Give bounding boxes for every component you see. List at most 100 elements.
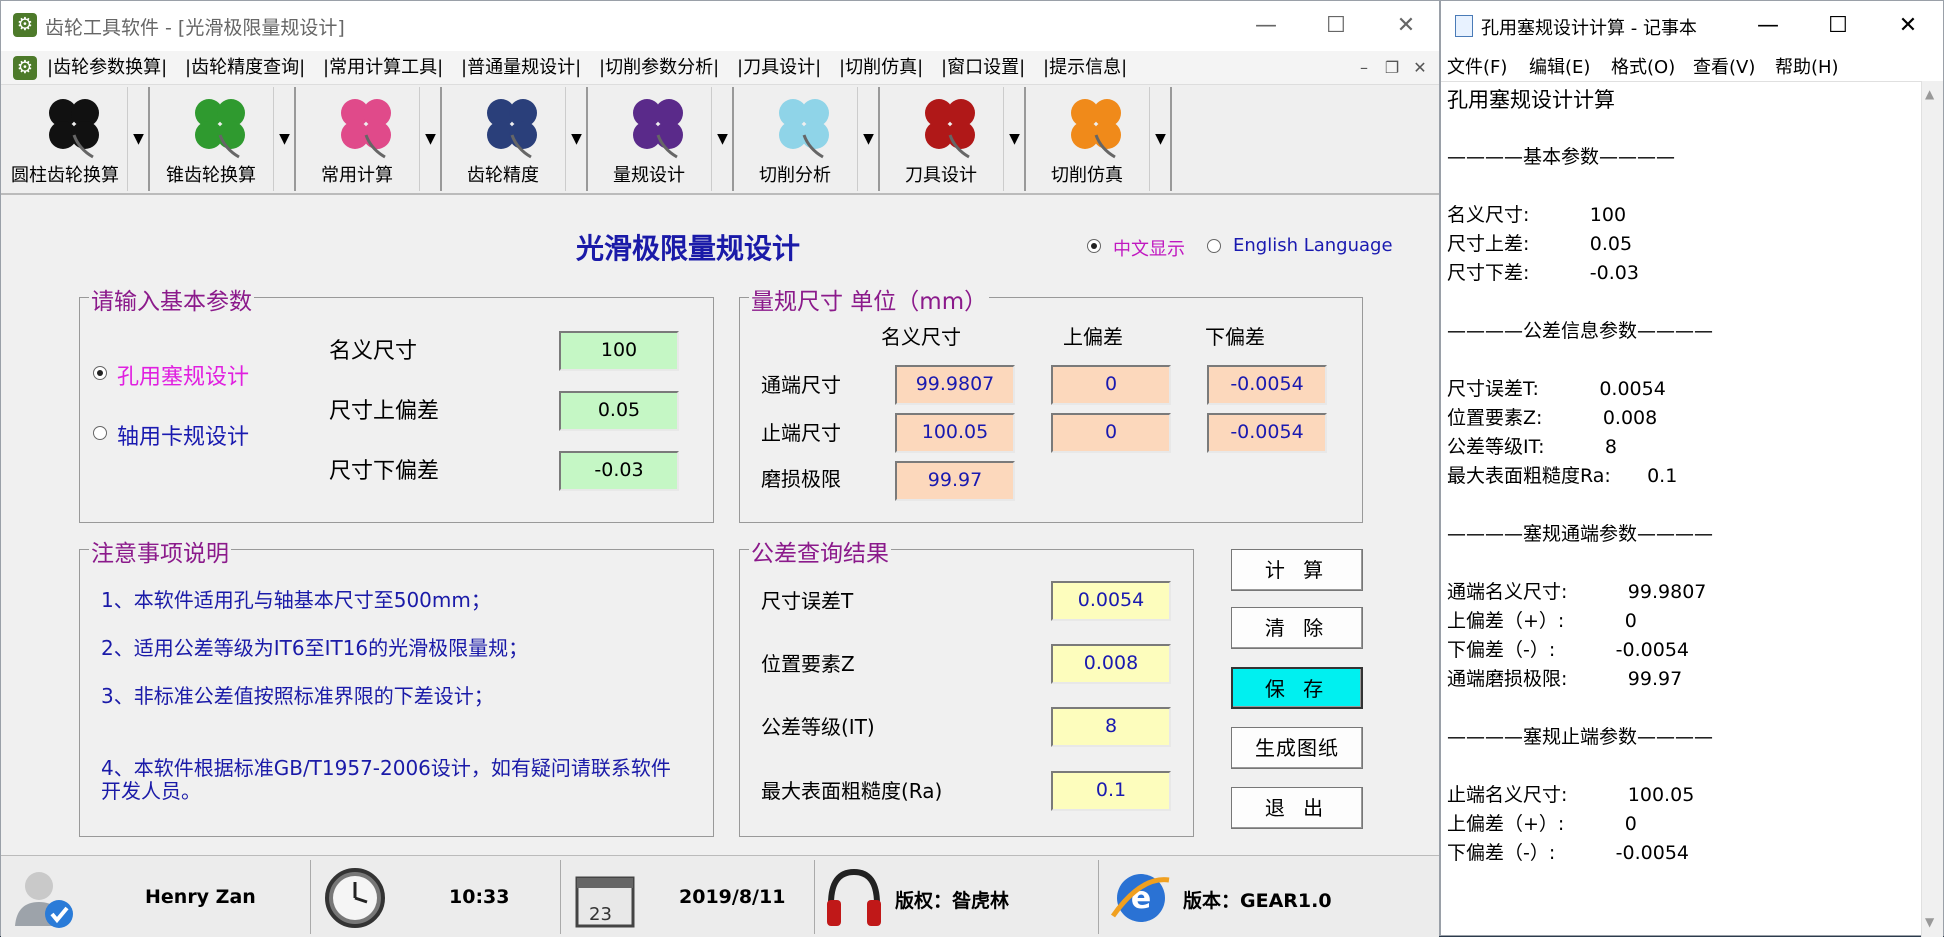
- generate-drawing-button[interactable]: 生成图纸: [1231, 727, 1363, 769]
- tol-ra-field[interactable]: 0.1: [1051, 771, 1171, 811]
- chevron-down-icon[interactable]: ▼: [711, 87, 733, 191]
- clear-button[interactable]: 清 除: [1231, 607, 1363, 649]
- menu-gauge-design[interactable]: |普通量规设计|: [461, 51, 581, 85]
- chevron-down-icon[interactable]: ▼: [419, 87, 441, 191]
- status-date-text: 2019/8/11: [679, 886, 786, 908]
- label-chinese[interactable]: 中文显示: [1113, 235, 1185, 261]
- status-version-text: 版本：GEAR1.0: [1183, 890, 1332, 912]
- note-2: 2、适用公差等级为IT6至IT16的光滑极限量规；: [101, 636, 529, 660]
- notepad-line: 通端名义尺寸: 99.9807: [1447, 581, 1707, 603]
- notepad-scrollbar[interactable]: ▲ ▼: [1921, 81, 1943, 937]
- nominal-size-input[interactable]: 100: [559, 331, 679, 371]
- wear-limit-field[interactable]: 99.97: [895, 461, 1015, 501]
- notepad-menu-format[interactable]: 格式(O): [1611, 53, 1675, 79]
- exit-button[interactable]: 退 出: [1231, 787, 1363, 829]
- notepad-line: 上偏差（+）: 0: [1447, 610, 1637, 632]
- tol-z-field[interactable]: 0.008: [1051, 644, 1171, 684]
- menu-bar: ⚙ |齿轮参数换算| |齿轮精度查询| |常用计算工具| |普通量规设计| |切…: [1, 51, 1439, 85]
- chevron-down-icon[interactable]: ▼: [127, 87, 149, 191]
- notepad-line: 最大表面粗糙度Ra: 0.1: [1447, 465, 1678, 487]
- go-lower-field[interactable]: -0.0054: [1207, 365, 1327, 405]
- tool-gear-precision[interactable]: 齿轮精度 ▼: [441, 87, 588, 191]
- upper-deviation-input[interactable]: 0.05: [559, 391, 679, 431]
- window-title: 齿轮工具软件 - [光滑极限量规设计]: [45, 17, 345, 39]
- label-english[interactable]: English Language: [1233, 235, 1393, 256]
- notepad-close-button[interactable]: ✕: [1873, 1, 1943, 51]
- tol-it-field[interactable]: 8: [1051, 707, 1171, 747]
- go-nominal-field[interactable]: 99.9807: [895, 365, 1015, 405]
- mdi-restore-button[interactable]: ❐: [1381, 57, 1403, 79]
- chevron-down-icon[interactable]: ▼: [1003, 87, 1025, 191]
- menu-tool-design[interactable]: |刀具设计|: [737, 51, 821, 85]
- notepad-title: 孔用塞规设计计算 - 记事本: [1481, 18, 1697, 39]
- close-button[interactable]: ✕: [1371, 1, 1441, 51]
- nogo-nominal-field[interactable]: 100.05: [895, 413, 1015, 453]
- radio-english[interactable]: [1207, 239, 1221, 253]
- scroll-up-icon[interactable]: ▲: [1925, 87, 1934, 101]
- nogo-lower-field[interactable]: -0.0054: [1207, 413, 1327, 453]
- radio-shaft-snap[interactable]: [93, 426, 107, 440]
- chevron-down-icon[interactable]: ▼: [857, 87, 879, 191]
- clover-icon: [633, 99, 683, 159]
- menu-hints[interactable]: |提示信息|: [1043, 51, 1127, 85]
- notepad-menu-help[interactable]: 帮助(H): [1775, 53, 1839, 79]
- tol-t-field[interactable]: 0.0054: [1051, 581, 1171, 621]
- menu-cutting-sim[interactable]: |切削仿真|: [839, 51, 923, 85]
- notepad-line: 孔用塞规设计计算: [1447, 88, 1615, 112]
- tool-cutting-sim[interactable]: 切削仿真 ▼: [1025, 87, 1172, 191]
- col-upper: 上偏差: [1063, 325, 1123, 349]
- scroll-down-icon[interactable]: ▼: [1925, 915, 1934, 929]
- notepad-line: 下偏差（-）: -0.0054: [1447, 842, 1689, 864]
- notepad-menu-view[interactable]: 查看(V): [1693, 53, 1755, 79]
- save-button[interactable]: 保 存: [1231, 667, 1363, 709]
- chevron-down-icon[interactable]: ▼: [1149, 87, 1171, 191]
- internet-explorer-icon: e: [1110, 874, 1170, 922]
- menu-gear-conversion[interactable]: |齿轮参数换算|: [47, 51, 167, 85]
- radio-hole-plug[interactable]: [93, 366, 107, 380]
- status-copyright-text: 版权：昝虎林: [895, 890, 1010, 912]
- chevron-down-icon[interactable]: ▼: [273, 87, 295, 191]
- notepad-menu-edit[interactable]: 编辑(E): [1529, 53, 1590, 79]
- tool-cylindrical-gear[interactable]: 圆柱齿轮换算 ▼: [3, 87, 150, 191]
- notepad-line: 尺寸上差: 0.05: [1447, 233, 1633, 255]
- tool-bevel-gear[interactable]: 锥齿轮换算 ▼: [149, 87, 296, 191]
- menu-window-settings[interactable]: |窗口设置|: [941, 51, 1025, 85]
- calculate-button[interactable]: 计 算: [1231, 549, 1363, 591]
- tool-gauge-design[interactable]: 量规设计 ▼: [587, 87, 734, 191]
- lower-deviation-input[interactable]: -0.03: [559, 451, 679, 491]
- radio-chinese[interactable]: [1087, 239, 1101, 253]
- notepad-maximize-button[interactable]: ☐: [1803, 1, 1873, 51]
- label-shaft-snap[interactable]: 轴用卡规设计: [117, 419, 249, 451]
- clock-icon: [325, 868, 385, 928]
- tool-common-calc[interactable]: 常用计算 ▼: [295, 87, 442, 191]
- notepad-text-area[interactable]: 孔用塞规设计计算 ————基本参数———— 名义尺寸: 100 尺寸上差: 0.…: [1441, 81, 1921, 937]
- note-3: 3、非标准公差值按照标准界限的下差设计；: [101, 684, 494, 708]
- notepad-line: 下偏差（-）: -0.0054: [1447, 639, 1689, 661]
- notepad-line: 通端磨损极限: 99.97: [1447, 668, 1683, 690]
- nogo-upper-field[interactable]: 0: [1051, 413, 1171, 453]
- notepad-line: 位置要素Z: 0.008: [1447, 407, 1658, 429]
- status-copyright: 版权：昝虎林: [819, 860, 1099, 934]
- notepad-line: ————公差信息参数————: [1447, 320, 1714, 342]
- gear-app-icon: ⚙: [13, 13, 37, 37]
- tool-tool-design[interactable]: 刀具设计 ▼: [879, 87, 1026, 191]
- tool-cutting-analysis[interactable]: 切削分析 ▼: [733, 87, 880, 191]
- go-upper-field[interactable]: 0: [1051, 365, 1171, 405]
- menu-common-tools[interactable]: |常用计算工具|: [323, 51, 443, 85]
- mdi-minimize-button[interactable]: –: [1353, 57, 1375, 79]
- maximize-button[interactable]: ☐: [1301, 1, 1371, 51]
- notepad-minimize-button[interactable]: —: [1733, 1, 1803, 51]
- notepad-line: 尺寸误差T: 0.0054: [1447, 378, 1666, 400]
- menu-gear-precision[interactable]: |齿轮精度查询|: [185, 51, 305, 85]
- notepad-menu-file[interactable]: 文件(F): [1447, 53, 1507, 79]
- minimize-button[interactable]: —: [1231, 1, 1301, 51]
- status-version: e 版本：GEAR1.0: [1103, 860, 1423, 934]
- notepad-line: 公差等级IT: 8: [1447, 436, 1618, 458]
- gauge-group-title: 量规尺寸 单位（mm）: [749, 282, 990, 316]
- mdi-close-button[interactable]: ✕: [1409, 57, 1431, 79]
- label-hole-plug[interactable]: 孔用塞规设计: [117, 359, 249, 391]
- gear-menu-icon[interactable]: ⚙: [13, 56, 37, 80]
- menu-cutting-analysis[interactable]: |切削参数分析|: [599, 51, 719, 85]
- chevron-down-icon[interactable]: ▼: [565, 87, 587, 191]
- notepad-line: ————基本参数————: [1447, 146, 1676, 168]
